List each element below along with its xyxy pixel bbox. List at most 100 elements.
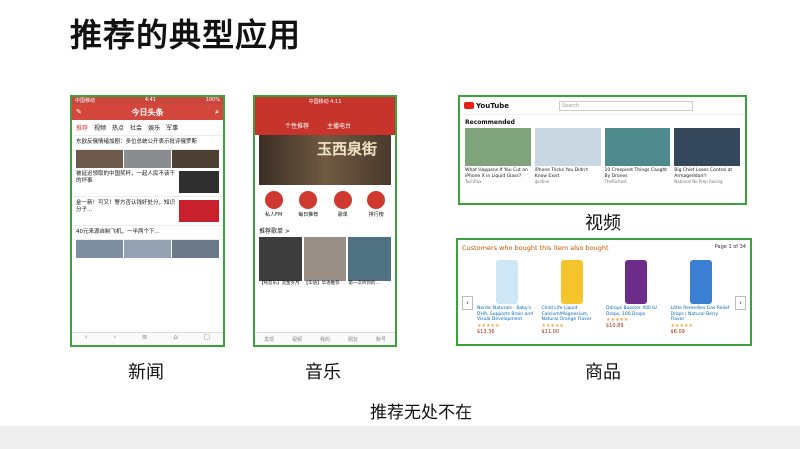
product-price: $11.00 xyxy=(541,328,560,335)
playlist-grid: 【纯音乐】流金岁月 【华语】华语推荐 第一次听到的... xyxy=(255,237,395,286)
youtube-logo[interactable]: YouTube xyxy=(464,102,509,110)
shortcut-label: 歌单 xyxy=(337,212,348,218)
nav-friends[interactable]: 朋友 xyxy=(348,336,358,343)
video-thumbnail xyxy=(604,128,671,166)
music-app-screenshot: 中国移动 4:11 个性推荐 主播电台 玉西泉街 私人FM 每日推荐 歌单 排行… xyxy=(253,95,397,347)
tabs-icon[interactable]: ▢ xyxy=(203,333,210,345)
playlist-cover xyxy=(303,237,347,281)
product-title[interactable]: Nordic Naturals - Baby's DHA, Supports B… xyxy=(477,306,538,323)
search-icon[interactable]: ⌕ xyxy=(215,108,219,117)
video-app-screenshot: YouTube Search Recommended What Happens … xyxy=(458,95,747,205)
chevron-left-icon[interactable]: ‹ xyxy=(462,296,473,310)
video-card[interactable]: 10 Creepiest Things Caught By Drones TheR… xyxy=(604,128,671,184)
product-bottle xyxy=(560,260,583,304)
tab-society[interactable]: 社会 xyxy=(130,123,142,132)
nav-mine[interactable]: 我的 xyxy=(320,336,330,343)
home-icon[interactable]: ⌂ xyxy=(173,333,177,345)
product-price: $6.09 xyxy=(670,328,685,335)
product-title[interactable]: Ddrops Booster 400 IU Drops, 100 Drops xyxy=(606,306,667,317)
music-bottom-nav: 发现 视频 我的 朋友 账号 xyxy=(255,332,395,345)
news-item[interactable]: 40元来源自制飞机，一半两个下... xyxy=(72,226,223,240)
music-header: 中国移动 4:11 个性推荐 主播电台 xyxy=(255,97,395,135)
shortcut-daily[interactable]: 每日推荐 xyxy=(298,191,318,218)
tab-hot[interactable]: 热点 xyxy=(112,123,124,132)
video-card[interactable]: Big Chief Loses Control at Armageddon!! N… xyxy=(674,128,740,184)
play-icon xyxy=(464,102,474,109)
product-title[interactable]: Child Life Liquid Calcium/Magnesium, Nat… xyxy=(542,306,603,323)
section-title: Recommended xyxy=(465,119,515,126)
tab-entertainment[interactable]: 娱乐 xyxy=(148,123,160,132)
music-shortcuts: 私人FM 每日推荐 歌单 排行榜 xyxy=(255,185,395,220)
news-app-screenshot: 中国移动 4:41 100% ✎ 今日头条 ⌕ 推荐 视频 热点 社会 娱乐 军… xyxy=(70,95,225,347)
video-thumbnail xyxy=(674,128,740,166)
video-card[interactable]: iPhone Tricks You Didn't Know Exist iJust… xyxy=(534,128,601,184)
news-thumb xyxy=(179,171,219,193)
video-title: What Happens If You Cut an iPhone X in L… xyxy=(465,168,528,179)
product-price: $10.89 xyxy=(606,323,624,329)
product-bottle xyxy=(496,260,519,304)
video-card[interactable]: What Happens If You Cut an iPhone X in L… xyxy=(465,128,531,184)
nav-account[interactable]: 账号 xyxy=(376,336,386,343)
tab-personal[interactable]: 个性推荐 xyxy=(285,121,309,130)
news-item-title: 东欧反俄情绪加剧：多位总统公开表示批评俄罗斯 xyxy=(76,139,198,145)
playlist-cover xyxy=(348,237,391,281)
music-tabs: 个性推荐 主播电台 xyxy=(285,121,351,130)
shortcut-label: 私人FM xyxy=(265,212,283,218)
product-card[interactable]: Ddrops Booster 400 IU Drops, 100 Drops ★★… xyxy=(606,256,667,329)
tab-military[interactable]: 军事 xyxy=(166,123,178,132)
product-title[interactable]: Little Remedies Gas Relief Drops | Natur… xyxy=(671,306,732,323)
product-card[interactable]: Little Remedies Gas Relief Drops | Natur… xyxy=(671,256,732,335)
menu-icon[interactable]: ≡ xyxy=(142,333,148,345)
product-image xyxy=(671,256,732,304)
playlist-card[interactable]: 第一次听到的... xyxy=(348,237,391,286)
video-title: Big Chief Loses Control at Armageddon!! xyxy=(674,168,733,179)
back-icon[interactable]: ‹ xyxy=(85,333,88,345)
product-image xyxy=(477,256,538,304)
section-title[interactable]: 推荐歌单 > xyxy=(255,220,395,237)
forward-icon[interactable]: › xyxy=(113,333,116,345)
playlist-title: 第一次听到的... xyxy=(348,281,380,286)
status-bar: 中国移动 4:11 xyxy=(308,99,342,105)
shortcut-charts[interactable]: 排行榜 xyxy=(367,191,386,218)
shortcut-fm[interactable]: 私人FM xyxy=(264,191,283,218)
product-row: ‹ Nordic Naturals - Baby's DHA, Supports… xyxy=(458,254,750,337)
edit-icon[interactable]: ✎ xyxy=(76,108,82,116)
caption-news: 新闻 xyxy=(128,362,164,383)
news-item-title: 40元来源自制飞机，一半两个下... xyxy=(76,229,160,235)
playlist-title: 【纯音乐】流金岁月 xyxy=(259,281,300,286)
playlist-icon xyxy=(333,191,352,209)
playlist-cover xyxy=(259,237,302,281)
nav-video[interactable]: 视频 xyxy=(292,336,302,343)
playlist-card[interactable]: 【纯音乐】流金岁月 xyxy=(259,237,302,286)
video-channel: TheRichest xyxy=(604,179,627,184)
video-row: What Happens If You Cut an iPhone X in L… xyxy=(460,128,745,184)
product-price: $13.36 xyxy=(477,328,495,335)
news-image-strip xyxy=(72,240,223,258)
shortcut-playlist[interactable]: 歌单 xyxy=(333,191,352,218)
caption-video: 视频 xyxy=(585,213,621,234)
video-channel: TechRax xyxy=(465,179,482,184)
youtube-header: YouTube Search xyxy=(460,97,745,115)
video-title: iPhone Tricks You Didn't Know Exist xyxy=(534,168,589,179)
video-thumbnail xyxy=(465,128,531,166)
chevron-right-icon[interactable]: › xyxy=(735,296,746,310)
caption-music: 音乐 xyxy=(305,362,341,383)
product-card[interactable]: Child Life Liquid Calcium/Magnesium, Nat… xyxy=(542,256,603,335)
recommendation-title: Customers who bought this item also boug… xyxy=(462,244,609,252)
tab-recommend[interactable]: 推荐 xyxy=(76,123,88,132)
product-card[interactable]: Nordic Naturals - Baby's DHA, Supports B… xyxy=(477,256,538,335)
news-thumb xyxy=(179,200,219,222)
search-input[interactable]: Search xyxy=(558,100,693,111)
news-item[interactable]: 东欧反俄情绪加剧：多位总统公开表示批评俄罗斯 xyxy=(72,136,223,150)
tab-radio[interactable]: 主播电台 xyxy=(327,121,351,130)
tab-video[interactable]: 视频 xyxy=(94,123,106,132)
slide-tagline: 推荐无处不在 xyxy=(370,403,472,423)
news-item-title: 金一新！可又！警方否认钱奸处分，知识分子... xyxy=(76,200,176,213)
playlist-card[interactable]: 【华语】华语推荐 xyxy=(303,237,347,286)
music-banner[interactable]: 玉西泉街 xyxy=(259,135,391,185)
chart-icon xyxy=(367,191,386,209)
status-bar: 中国移动 4:41 100% xyxy=(72,97,223,104)
nav-discover[interactable]: 发现 xyxy=(264,336,274,343)
news-item[interactable]: 被延迟领取的中国奖杯，一起人民不该干的坏事 xyxy=(72,168,223,197)
news-item[interactable]: 金一新！可又！警方否认钱奸处分，知识分子... xyxy=(72,197,223,226)
